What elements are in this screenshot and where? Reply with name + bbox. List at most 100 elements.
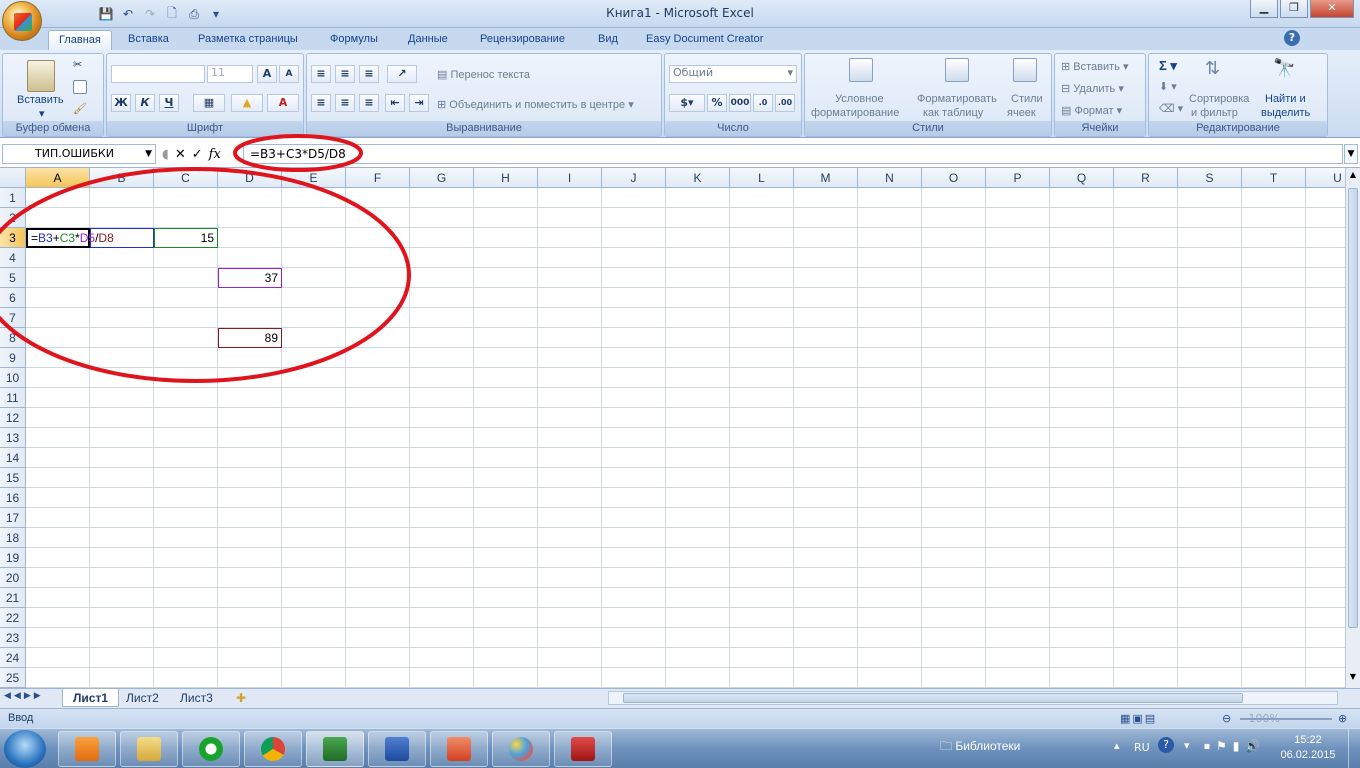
row-header-15[interactable]: 15: [0, 468, 26, 488]
row-header-7[interactable]: 7: [0, 308, 26, 328]
column-header-p[interactable]: P: [986, 168, 1050, 188]
zoom-out-icon[interactable]: ⊖: [1222, 712, 1231, 725]
shrink-font-button[interactable]: A: [279, 65, 299, 83]
vertical-scroll-thumb[interactable]: [1348, 188, 1358, 628]
align-right-button[interactable]: ≡: [359, 94, 379, 112]
autosum-icon[interactable]: Σ ▾: [1159, 58, 1177, 74]
tab-review[interactable]: Рецензирование: [470, 30, 575, 50]
enter-icon[interactable]: ✓: [192, 147, 203, 162]
taskbar-paint[interactable]: [492, 731, 550, 767]
align-left-button[interactable]: ≡: [311, 94, 331, 112]
currency-button[interactable]: $▾: [669, 94, 705, 112]
conditional-format-label-1[interactable]: Условное: [835, 93, 884, 105]
minimize-button[interactable]: ▁: [1250, 0, 1278, 18]
number-format-select[interactable]: Общий ▾: [669, 65, 797, 83]
decrease-indent-button[interactable]: ⇤: [385, 94, 405, 112]
tab-page-layout[interactable]: Разметка страницы: [188, 30, 308, 50]
cell-c3[interactable]: 15: [154, 228, 218, 248]
name-box[interactable]: ТИП.ОШИБКИ ▼: [2, 144, 156, 164]
taskbar-libraries[interactable]: 🗀 Библиотеки: [940, 737, 1020, 758]
row-header-21[interactable]: 21: [0, 588, 26, 608]
row-header-11[interactable]: 11: [0, 388, 26, 408]
sheet-tab-1[interactable]: Лист1: [62, 689, 120, 707]
sheet-tab-2[interactable]: Лист2: [116, 689, 169, 707]
find-select-label-1[interactable]: Найти и: [1265, 93, 1306, 105]
format-painter-icon[interactable]: 🖌: [73, 102, 87, 115]
taskbar-pdf[interactable]: [554, 731, 612, 767]
fill-color-button[interactable]: ▲: [231, 94, 263, 112]
cancel-icon[interactable]: ✕: [175, 147, 186, 162]
cell-styles-label-1[interactable]: Стили: [1011, 93, 1043, 105]
paste-button[interactable]: Вставить: [17, 94, 64, 106]
row-header-8[interactable]: 8: [0, 328, 26, 348]
delete-cells-button[interactable]: ⊟ Удалить ▾: [1061, 82, 1124, 95]
taskbar-chrome[interactable]: [244, 731, 302, 767]
show-desktop-button[interactable]: [1348, 729, 1360, 768]
cell-d5[interactable]: 37: [218, 268, 282, 288]
column-header-k[interactable]: K: [666, 168, 730, 188]
sort-filter-label-2[interactable]: и фильтр: [1191, 107, 1238, 119]
formula-input[interactable]: =B3+C3*D5/D8: [243, 144, 1343, 164]
taskbar-mail-agent[interactable]: [182, 731, 240, 767]
wrap-text-button[interactable]: ▤ Перенос текста: [437, 68, 530, 81]
help-icon[interactable]: ?: [1284, 30, 1300, 46]
vertical-scrollbar[interactable]: ▲ ▼: [1345, 168, 1360, 688]
column-header-m[interactable]: M: [794, 168, 858, 188]
column-header-t[interactable]: T: [1242, 168, 1306, 188]
office-button[interactable]: [2, 1, 42, 41]
orientation-button[interactable]: ↗: [387, 65, 417, 83]
scroll-down-icon[interactable]: ▼: [1348, 672, 1358, 684]
language-indicator[interactable]: RU: [1134, 741, 1150, 754]
sheet-navigation-arrows[interactable]: ◀◀▶▶: [4, 691, 44, 701]
tray-icons[interactable]: ⏹⚑▮🔊: [1204, 739, 1266, 754]
sort-filter-label-1[interactable]: Сортировка: [1189, 93, 1249, 105]
column-header-a[interactable]: A: [26, 168, 90, 188]
font-color-button[interactable]: A: [267, 94, 299, 112]
row-header-1[interactable]: 1: [0, 188, 26, 208]
row-header-14[interactable]: 14: [0, 448, 26, 468]
font-size-box[interactable]: 11: [207, 65, 253, 83]
column-header-i[interactable]: I: [538, 168, 602, 188]
tab-data[interactable]: Данные: [398, 30, 458, 50]
taskbar-word[interactable]: [368, 731, 426, 767]
column-header-b[interactable]: B: [90, 168, 154, 188]
format-cells-button[interactable]: ▤ Формат ▾: [1061, 104, 1122, 117]
column-header-c[interactable]: C: [154, 168, 218, 188]
cell-a3[interactable]: =B3+C3*D5/D8: [26, 228, 114, 248]
start-button[interactable]: [4, 730, 46, 768]
paste-dropdown-icon[interactable]: ▾: [39, 107, 45, 120]
taskbar-explorer[interactable]: [120, 731, 178, 767]
close-button[interactable]: ✕: [1310, 0, 1354, 18]
horizontal-scrollbar[interactable]: [608, 691, 1338, 705]
column-header-g[interactable]: G: [410, 168, 474, 188]
row-header-25[interactable]: 25: [0, 668, 26, 688]
paste-icon[interactable]: [27, 60, 55, 92]
tab-insert[interactable]: Вставка: [118, 30, 179, 50]
column-header-u[interactable]: U: [1306, 168, 1345, 188]
align-center-button[interactable]: ≡: [335, 94, 355, 112]
cut-icon[interactable]: ✂: [73, 58, 82, 71]
column-header-f[interactable]: F: [346, 168, 410, 188]
align-bottom-button[interactable]: ≡: [359, 65, 379, 83]
clock[interactable]: 15:22 06.02.2015: [1278, 733, 1338, 763]
tab-home[interactable]: Главная: [48, 30, 112, 50]
row-header-24[interactable]: 24: [0, 648, 26, 668]
fill-icon[interactable]: ⬇ ▾: [1159, 80, 1177, 93]
horizontal-scroll-thumb[interactable]: [623, 693, 1243, 703]
column-header-d[interactable]: D: [218, 168, 282, 188]
row-header-9[interactable]: 9: [0, 348, 26, 368]
column-header-j[interactable]: J: [602, 168, 666, 188]
tab-easy-document-creator[interactable]: Easy Document Creator: [636, 30, 773, 50]
column-header-q[interactable]: Q: [1050, 168, 1114, 188]
tray-expand-icon[interactable]: ▴: [1114, 739, 1120, 752]
cell-styles-label-2[interactable]: ячеек: [1007, 107, 1036, 119]
clear-icon[interactable]: ⌫ ▾: [1159, 102, 1183, 115]
row-header-22[interactable]: 22: [0, 608, 26, 628]
row-header-20[interactable]: 20: [0, 568, 26, 588]
align-top-button[interactable]: ≡: [311, 65, 331, 83]
insert-function-icon[interactable]: fx: [209, 147, 221, 162]
select-all-corner[interactable]: [0, 168, 26, 188]
conditional-format-label-2[interactable]: форматирование: [811, 107, 899, 119]
italic-button[interactable]: К: [135, 94, 155, 112]
expand-formula-bar-icon[interactable]: ▼: [1344, 144, 1358, 164]
